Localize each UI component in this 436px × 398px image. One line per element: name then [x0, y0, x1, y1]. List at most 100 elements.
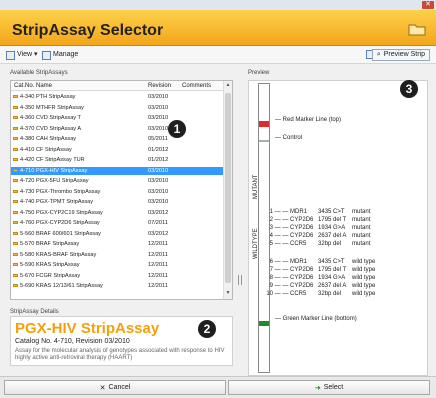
assay-icon [13, 179, 18, 182]
cell-revision: 12/2011 [148, 283, 168, 289]
cell-name: KRAS 12/13/61 StripAssay [36, 283, 103, 289]
list-item[interactable]: 4-350 MTHFR StripAssay 03/2010 [11, 104, 223, 112]
cell-name: KRAS StripAssay [36, 262, 80, 268]
strip-line-row: 5 — — CCR5 32bp del mutant [263, 241, 371, 247]
list-item[interactable]: 4-760 PGX-CYP2D6 StripAssay 07/2011 [11, 219, 223, 227]
strip-line-row: 9 — — CYP2D6 2637 del Awild type [263, 283, 376, 289]
close-window-button[interactable]: ✕ [422, 1, 434, 9]
assay-list[interactable]: Cat.No. Name Revision Comments 4-340 PTH … [10, 80, 233, 300]
callout-badge-3: 3 [400, 80, 418, 98]
manage-icon [42, 50, 51, 60]
variant-name: 1795 del T [318, 217, 347, 223]
cell-name: KRAS-BRAF StripAssay [36, 251, 97, 258]
folder-icon[interactable] [408, 22, 426, 36]
list-item[interactable]: 4-710 PGX-HIV StripAssay 03/2010 [11, 166, 223, 175]
strip-preview-panel: — Red Marker Line (top) — Control MUTANT… [248, 80, 428, 376]
toolbar: View ▾ Manage ⌕ Preview Strip [0, 46, 436, 64]
control-band [259, 140, 269, 142]
cell-name: MTHFR StripAssay [36, 104, 84, 111]
line-number: 1 [269, 209, 273, 215]
genotype-type: wild type [352, 267, 376, 273]
cell-catno: 4-750 [20, 209, 35, 216]
cell-name: CVD StripAssay A [36, 125, 82, 132]
cell-name: PGX-5FU StripAssay [36, 178, 89, 184]
assay-icon [13, 168, 18, 172]
scroll-thumb[interactable] [225, 93, 231, 283]
list-item[interactable]: 4-720 PGX-5FU StripAssay 03/2010 [11, 177, 223, 185]
list-item[interactable]: 4-730 PGX-Thrombo StripAssay 03/2010 [11, 188, 223, 196]
cell-revision: 03/2010 [148, 115, 169, 121]
assay-icon [13, 147, 18, 151]
strip-line-row: 4 — — CYP2D6 2637 del Amutant [263, 233, 371, 239]
list-item[interactable]: 4-740 PGX-TPMT StripAssay 03/2010 [11, 198, 223, 206]
callout-badge-2: 2 [198, 320, 216, 338]
app-header: StripAssay Selector [0, 10, 436, 46]
gene-name: CCR5 [290, 241, 307, 247]
list-item[interactable]: 4-360 CVD StripAssay T 03/2010 [11, 114, 223, 122]
cancel-label: Cancel [108, 384, 131, 391]
column-header-revision[interactable]: Revision [148, 81, 171, 91]
list-item[interactable]: 5-580 KRAS-BRAF StripAssay 12/2011 [11, 251, 223, 259]
cell-catno: 4-710 [20, 167, 35, 174]
assay-icon [13, 116, 18, 119]
view-label: View [17, 51, 33, 58]
list-item[interactable]: 4-750 PGX-CYP2C19 StripAssay 03/2012 [11, 209, 223, 217]
view-menu-button[interactable]: View ▾ [6, 49, 38, 61]
cell-name: BRAF 600/601 StripAssay [36, 230, 101, 237]
line-number: 10 [266, 291, 273, 297]
column-header-name[interactable]: Name [36, 81, 52, 91]
cell-revision: 12/2011 [148, 251, 168, 258]
scroll-up-icon[interactable]: ▲ [225, 82, 231, 90]
column-header-catno[interactable]: Cat.No. [14, 81, 34, 91]
cell-catno: 5-560 [20, 230, 35, 237]
scroll-down-icon[interactable]: ▼ [225, 290, 231, 298]
cell-revision: 01/2012 [148, 157, 169, 163]
cancel-button[interactable]: ✕ Cancel [4, 380, 226, 395]
list-scrollbar[interactable]: ▲ ▼ [223, 81, 232, 299]
splitter-handle[interactable] [238, 275, 242, 285]
details-description: Assay for the molecular analysis of geno… [15, 348, 225, 361]
manage-label: Manage [53, 51, 79, 58]
gene-name: CYP2D6 [290, 267, 314, 273]
variant-name: 3435 C>T [318, 259, 345, 265]
assay-icon [13, 284, 18, 287]
list-item[interactable]: 4-420 CF StripAssay TUR 01/2012 [11, 156, 223, 164]
genotype-type: wild type [352, 283, 376, 289]
cell-revision: 03/2010 [148, 125, 169, 132]
cell-revision: 03/2010 [148, 178, 169, 184]
cell-revision: 03/2010 [148, 167, 169, 174]
gene-name: CYP2D6 [290, 275, 314, 281]
column-header-comments[interactable]: Comments [182, 81, 211, 91]
assay-icon [13, 137, 18, 140]
cell-revision: 03/2010 [148, 94, 169, 100]
callout-badge-1: 1 [168, 120, 186, 138]
list-item[interactable]: 4-370 CVD StripAssay A 03/2010 [11, 125, 223, 133]
list-item[interactable]: 5-570 BRAF StripAssay 12/2011 [11, 240, 223, 248]
details-title: PGX-HIV StripAssay [15, 320, 160, 337]
gene-name: CYP2D6 [290, 283, 314, 289]
cell-catno: 4-370 [20, 125, 35, 132]
manage-button[interactable]: Manage [42, 49, 78, 61]
panel-splitter[interactable] [238, 70, 242, 370]
list-item[interactable]: 4-410 CF StripAssay 01/2012 [11, 146, 223, 154]
genotype-type: mutant [352, 241, 371, 247]
red-marker-text: Red Marker Line (top) [282, 117, 342, 123]
list-item[interactable]: 5-670 FCGR StripAssay 12/2011 [11, 272, 223, 280]
line-number: 7 [269, 267, 273, 273]
strip-line-row: 8 — — CYP2D6 1934 G>A wild type [263, 275, 376, 281]
wildtype-group-label: WILDTYPE [253, 228, 259, 259]
genotype-type: wild type [352, 291, 376, 297]
preview-strip-button[interactable]: ⌕ Preview Strip [371, 49, 430, 61]
list-item[interactable]: 5-560 BRAF 600/601 StripAssay 03/2012 [11, 230, 223, 238]
details-section-label: StripAssay Details [10, 309, 59, 315]
cell-catno: 5-590 [20, 262, 35, 268]
magnifier-icon: ⌕ [376, 51, 381, 58]
window-titlebar: ✕ [0, 0, 436, 10]
select-button[interactable]: ➜ Select [228, 380, 430, 395]
cell-name: CAH StripAssay [36, 136, 77, 142]
view-icon [6, 50, 15, 60]
list-item[interactable]: 4-380 CAH StripAssay 05/2011 [11, 135, 223, 143]
list-item[interactable]: 5-690 KRAS 12/13/61 StripAssay 12/2011 [11, 282, 223, 290]
list-item[interactable]: 4-340 PTH StripAssay 03/2010 [11, 93, 223, 101]
list-item[interactable]: 5-590 KRAS StripAssay 12/2011 [11, 261, 223, 269]
